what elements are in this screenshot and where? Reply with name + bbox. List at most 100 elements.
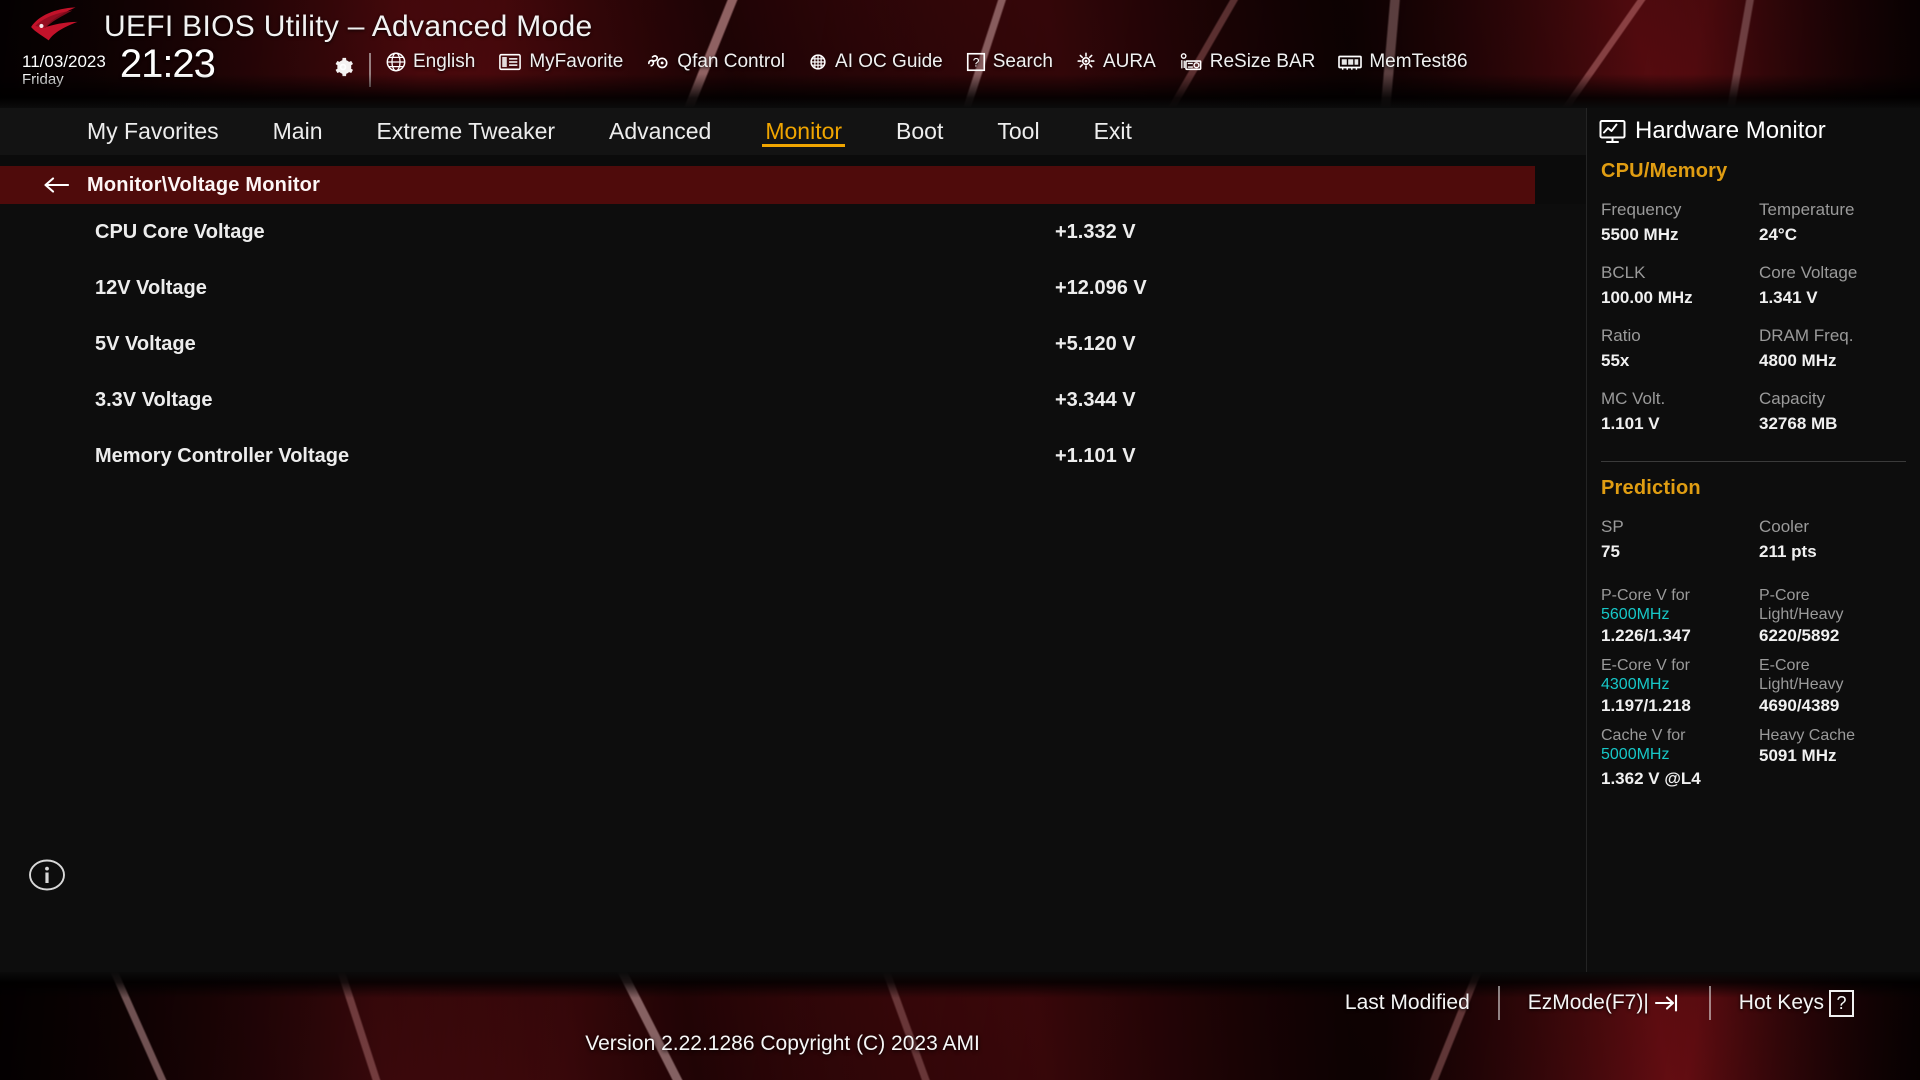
row-value: +1.332 V: [1055, 220, 1136, 243]
aura-light-icon: [1077, 52, 1095, 70]
row-value: +12.096 V: [1055, 276, 1147, 299]
toolbar-item-memtest86[interactable]: MemTest86: [1337, 51, 1468, 73]
stat-key: Cooler: [1759, 517, 1810, 536]
pred-key-line2: Light/Heavy: [1759, 606, 1844, 623]
pred-key-line1: P-Core: [1759, 587, 1810, 604]
rog-logo: [31, 7, 78, 41]
toolbar-label: ReSize BAR: [1209, 51, 1316, 72]
gear-icon[interactable]: [332, 56, 354, 78]
tab-main[interactable]: Main: [246, 108, 350, 155]
stat-key: Capacity: [1759, 389, 1826, 408]
toolbar-item-search[interactable]: ? Search: [965, 51, 1053, 73]
table-row[interactable]: 12V Voltage +12.096 V: [0, 260, 1586, 316]
breadcrumb[interactable]: Monitor\Voltage Monitor: [0, 166, 1535, 204]
stat-key: MC Volt.: [1601, 389, 1666, 408]
stat-value: 5500 MHz: [1601, 225, 1679, 244]
pred-key: P-Core V for 5600MHz: [1601, 577, 1759, 624]
pred-key-line2: Light/Heavy: [1759, 676, 1844, 693]
help-pane: [0, 814, 1586, 972]
pred-value: 1.197/1.218: [1601, 696, 1691, 715]
back-arrow-icon[interactable]: [43, 175, 69, 195]
pred-value: 1.226/1.347: [1601, 626, 1691, 645]
ezmode-label: EzMode(F7)|: [1527, 991, 1649, 1014]
svg-text:?: ?: [972, 56, 979, 70]
tab-my-favorites[interactable]: My Favorites: [60, 108, 246, 155]
toolbar-item-myfavorite[interactable]: MyFavorite: [497, 51, 623, 73]
tab-monitor[interactable]: Monitor: [738, 108, 869, 155]
hot-keys-button[interactable]: Hot Keys ?: [1711, 989, 1882, 1017]
hardware-monitor-title: Hardware Monitor: [1587, 108, 1920, 145]
hot-keys-label: Hot Keys: [1738, 991, 1824, 1014]
stat-value: 211 pts: [1759, 542, 1817, 561]
pred-key-freq: 4300MHz: [1601, 676, 1670, 693]
toolbar-item-ai-oc-guide[interactable]: AI OC Guide: [807, 51, 943, 73]
pred-key-freq: 5600MHz: [1601, 606, 1670, 623]
monitor-chart-icon: [1599, 119, 1626, 143]
fan-icon: [648, 55, 668, 69]
stat-key: Core Voltage: [1759, 263, 1858, 282]
prediction-detail-grid: P-Core V for 5600MHz P-Core Light/Heavy …: [1587, 563, 1920, 790]
tab-advanced[interactable]: Advanced: [582, 108, 738, 155]
toolbar-label: MemTest86: [1369, 51, 1468, 72]
main-nav-tabs: My Favorites Main Extreme Tweaker Advanc…: [0, 108, 1586, 155]
table-row[interactable]: 3.3V Voltage +3.344 V: [0, 372, 1586, 428]
row-label: CPU Core Voltage: [95, 220, 265, 243]
toolbar-label: AURA: [1102, 51, 1156, 72]
toolbar-label: MyFavorite: [529, 51, 624, 72]
row-value: +3.344 V: [1055, 388, 1136, 411]
table-row[interactable]: CPU Core Voltage +1.332 V: [0, 204, 1586, 260]
pred-key-freq: 5000MHz: [1601, 746, 1670, 763]
toolbar-label: Qfan Control: [677, 51, 786, 72]
arrow-into-bracket-icon: [1654, 994, 1677, 1012]
pred-key: E-Core Light/Heavy: [1759, 647, 1920, 694]
prediction-grid: SP Cooler 75 211 pts: [1587, 500, 1920, 563]
app-title: UEFI BIOS Utility – Advanced Mode: [104, 10, 593, 43]
banner-divider: [369, 53, 371, 87]
toolbar-item-aura[interactable]: AURA: [1075, 51, 1156, 73]
stat-key: SP: [1601, 517, 1624, 536]
toolbar-label: English: [413, 51, 476, 72]
tab-tool[interactable]: Tool: [970, 108, 1066, 155]
row-value: +1.101 V: [1055, 444, 1136, 467]
hardware-monitor-title-text: Hardware Monitor: [1635, 117, 1826, 144]
breadcrumb-path: Monitor\Voltage Monitor: [87, 173, 321, 196]
ai-chip-icon: [810, 54, 826, 70]
banner-toolbar: English MyFavorite Qfan Control AI OC Gu…: [385, 51, 1468, 73]
pred-key: P-Core Light/Heavy: [1759, 577, 1920, 624]
toolbar-item-resize-bar[interactable]: ReSize BAR: [1178, 51, 1316, 73]
pred-key: E-Core V for 4300MHz: [1601, 647, 1759, 694]
date-label: 11/03/2023: [22, 52, 106, 71]
bios-screen: UEFI BIOS Utility – Advanced Mode 11/03/…: [0, 0, 1920, 1080]
hot-keys-key-box: ?: [1829, 989, 1854, 1017]
pred-key-line1: Cache V for: [1601, 727, 1686, 744]
info-icon[interactable]: [28, 856, 66, 894]
pred-key-line1: P-Core V for: [1601, 587, 1690, 604]
tab-extreme-tweaker[interactable]: Extreme Tweaker: [350, 108, 583, 155]
last-modified-button[interactable]: Last Modified: [1317, 991, 1498, 1015]
day-label: Friday: [22, 71, 64, 88]
favorites-list-icon: [499, 53, 522, 71]
table-row[interactable]: Memory Controller Voltage +1.101 V: [0, 428, 1586, 484]
stat-key: Temperature: [1759, 200, 1855, 219]
table-row[interactable]: 5V Voltage +5.120 V: [0, 316, 1586, 372]
stat-key: BCLK: [1601, 263, 1646, 282]
gpu-card-icon: [1180, 53, 1202, 71]
section-title-cpu-memory: CPU/Memory: [1601, 160, 1728, 182]
bottom-bar: Last Modified EzMode(F7)| Hot Keys ? Ver…: [0, 972, 1920, 1080]
hardware-monitor-panel: Hardware Monitor CPU/Memory Frequency Te…: [1586, 108, 1920, 972]
stat-value: 100.00 MHz: [1601, 288, 1693, 307]
ezmode-button[interactable]: EzMode(F7)|: [1500, 991, 1709, 1015]
toolbar-item-qfan-control[interactable]: Qfan Control: [645, 51, 785, 73]
pred-value: 6220/5892: [1759, 626, 1840, 645]
row-label: 5V Voltage: [95, 332, 196, 355]
toolbar-item-english[interactable]: English: [385, 51, 475, 73]
stat-key: DRAM Freq.: [1759, 326, 1854, 345]
tab-exit[interactable]: Exit: [1067, 108, 1159, 155]
tab-boot[interactable]: Boot: [869, 108, 970, 155]
voltage-monitor-list: CPU Core Voltage +1.332 V 12V Voltage +1…: [0, 204, 1586, 818]
stat-key: Ratio: [1601, 326, 1641, 345]
stat-value: 1.101 V: [1601, 414, 1660, 433]
row-value: +5.120 V: [1055, 332, 1136, 355]
version-copyright: Version 2.22.1286 Copyright (C) 2023 AMI: [585, 1032, 980, 1055]
clock-label: 21:23: [119, 42, 216, 86]
